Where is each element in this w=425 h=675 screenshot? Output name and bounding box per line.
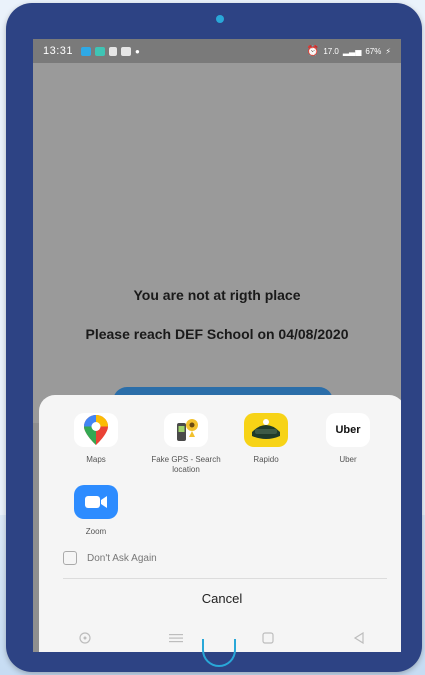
app-content: You are not at rigth place Please reach …: [33, 63, 401, 423]
device-screen: 13:31 ● ⏰ 17.0 ▂▃▅ 67% ⚡ You are not at …: [33, 39, 401, 652]
home-indicator-ring: [202, 639, 236, 667]
nav-home-button[interactable]: [256, 628, 280, 648]
status-time: 13:31: [43, 45, 74, 57]
status-right: ⏰ 17.0 ▂▃▅ 67% ⚡: [307, 46, 391, 57]
net-speed: 17.0: [323, 46, 339, 56]
app-option-maps[interactable]: Maps: [51, 413, 141, 465]
charging-icon: ⚡: [385, 46, 391, 56]
square-icon: [262, 632, 274, 644]
app-option-fake-gps[interactable]: Fake GPS - Search location: [141, 413, 231, 476]
grid-icon: [109, 46, 118, 56]
app-label: Rapido: [253, 455, 279, 464]
zoom-icon: [74, 485, 118, 519]
app-option-uber[interactable]: Uber Uber: [303, 413, 393, 465]
battery-level: 67%: [365, 46, 382, 56]
app-option-rapido[interactable]: Rapido: [221, 413, 311, 465]
dont-ask-again-row[interactable]: Don't Ask Again: [63, 551, 157, 565]
app-notification-icon: [121, 46, 132, 56]
tablet-frame: 13:31 ● ⏰ 17.0 ▂▃▅ 67% ⚡ You are not at …: [6, 3, 422, 672]
rapido-icon: [244, 413, 288, 447]
menu-icon: [169, 634, 184, 643]
app-label: Uber: [339, 455, 357, 464]
cancel-button[interactable]: Cancel: [39, 591, 401, 606]
fake-gps-icon: [164, 413, 208, 447]
uber-wordmark: Uber: [335, 424, 361, 436]
dont-ask-label: Don't Ask Again: [87, 552, 157, 564]
notification-icon: [81, 46, 92, 56]
nav-recents-button[interactable]: [164, 628, 188, 648]
app-label: Fake GPS - Search location: [151, 455, 221, 475]
app-chooser-sheet: Maps Fake GPS - Search location Rapido U…: [39, 395, 401, 652]
google-maps-icon: [74, 413, 118, 447]
reach-school-message: Please reach DEF School on 04/08/2020: [85, 326, 349, 342]
app-label: Zoom: [85, 527, 107, 536]
uber-icon: Uber: [326, 413, 370, 447]
wrong-place-message: You are not at rigth place: [133, 287, 301, 303]
circle-dot-icon: [79, 632, 91, 644]
more-notifications-icon: ●: [135, 46, 140, 56]
nav-back-button[interactable]: [347, 628, 371, 648]
status-bar: 13:31 ● ⏰ 17.0 ▂▃▅ 67% ⚡: [33, 39, 401, 63]
signal-icon: ▂▃▅: [342, 46, 362, 56]
back-triangle-icon: [354, 632, 364, 644]
alarm-icon: ⏰: [306, 45, 320, 57]
nav-assistant-button[interactable]: [73, 628, 97, 648]
app-option-zoom[interactable]: Zoom: [51, 485, 141, 537]
app-label: Maps: [86, 455, 106, 464]
divider: [63, 578, 387, 579]
message-icon: [95, 46, 106, 56]
camera-dot: [216, 15, 224, 23]
dont-ask-checkbox[interactable]: [63, 551, 77, 565]
